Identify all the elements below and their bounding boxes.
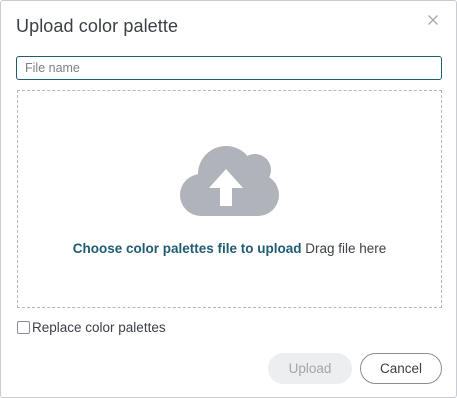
cancel-button[interactable]: Cancel bbox=[360, 353, 442, 384]
upload-button[interactable]: Upload bbox=[268, 353, 352, 384]
drop-instructions: Choose color palettes file to upload Dra… bbox=[18, 241, 441, 256]
file-name-input[interactable] bbox=[16, 56, 442, 80]
file-drop-zone[interactable]: Choose color palettes file to upload Dra… bbox=[17, 90, 442, 308]
close-icon[interactable] bbox=[424, 11, 442, 29]
choose-file-link[interactable]: Choose color palettes file to upload bbox=[73, 241, 302, 256]
dialog-title: Upload color palette bbox=[16, 16, 179, 36]
replace-palettes-checkbox[interactable] bbox=[17, 321, 30, 334]
drag-file-label: Drag file here bbox=[305, 241, 387, 256]
cloud-upload-icon bbox=[178, 143, 282, 223]
replace-palettes-label: Replace color palettes bbox=[32, 320, 166, 335]
replace-palettes-option[interactable]: Replace color palettes bbox=[17, 320, 166, 335]
upload-color-palette-dialog: Upload color palette Choose color palett… bbox=[0, 0, 457, 398]
